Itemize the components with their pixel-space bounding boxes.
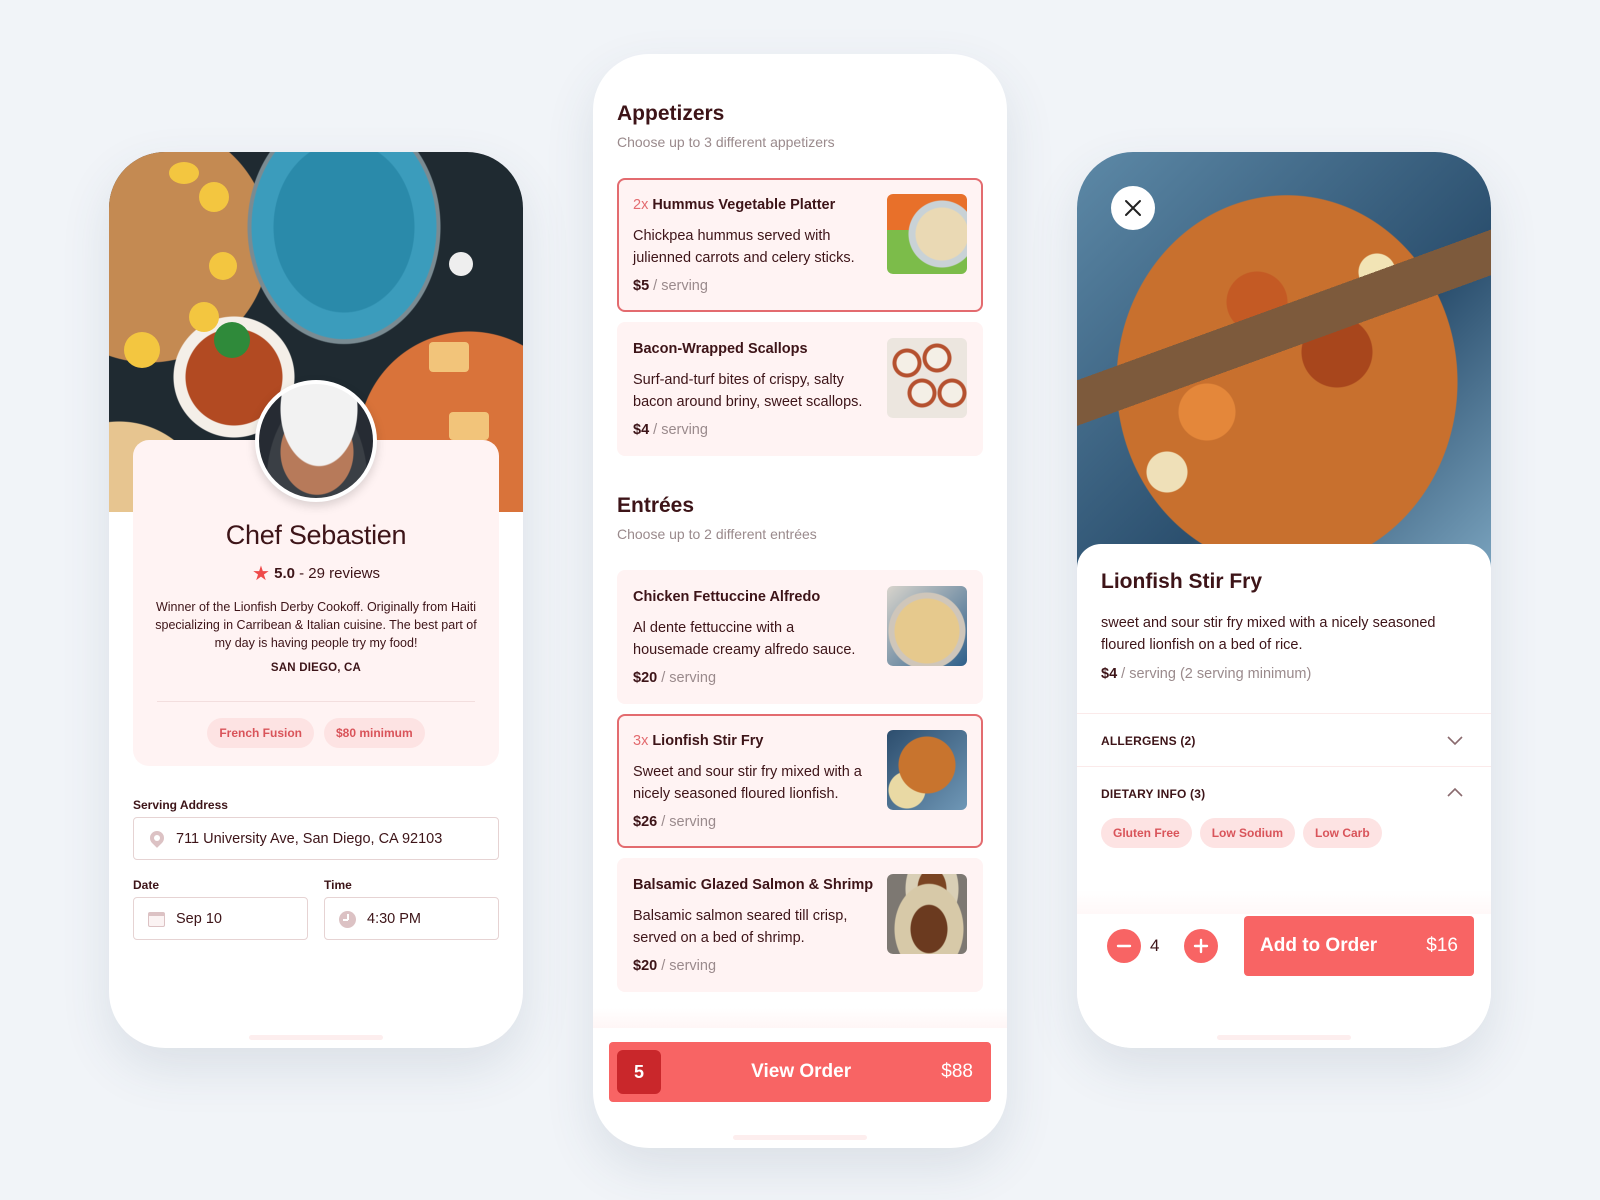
calendar-icon (148, 910, 166, 928)
item-price: $26 (633, 814, 658, 830)
section-title-entrees: Entrées (617, 494, 695, 517)
tag-cuisine: French Fusion (207, 718, 314, 748)
increase-quantity-button[interactable] (1184, 929, 1218, 963)
section-subtitle-appetizers: Choose up to 3 different appetizers (617, 134, 835, 150)
dish-price-unit: / serving (2 serving minimum) (1121, 666, 1312, 682)
dietary-tag: Low Sodium (1199, 818, 1296, 848)
tag-minimum: $80 minimum (323, 718, 425, 748)
address-input[interactable]: 711 University Ave, San Diego, CA 92103 (133, 817, 499, 860)
add-to-order-price: $16 (1426, 935, 1458, 956)
item-quantity: 2x (633, 197, 649, 213)
star-icon: ★ (252, 563, 270, 585)
item-name: Chicken Fettuccine Alfredo (633, 589, 821, 605)
item-photo (887, 874, 967, 954)
item-price: $20 (633, 670, 658, 686)
allergens-accordion[interactable]: ALLERGENS (2) (1077, 713, 1491, 767)
menu-item[interactable]: Bacon-Wrapped Scallops Surf-and-turf bit… (617, 322, 983, 456)
home-indicator (1217, 1035, 1351, 1040)
order-item-count: 5 (617, 1050, 661, 1094)
item-description: Sweet and sour stir fry mixed with a nic… (633, 764, 862, 802)
item-description: Chickpea hummus served with julienned ca… (633, 228, 855, 266)
item-price: $4 (633, 422, 650, 438)
item-price: $5 (633, 278, 650, 294)
dish-title: Lionfish Stir Fry (1101, 570, 1263, 593)
close-button[interactable] (1111, 186, 1155, 230)
section-title-appetizers: Appetizers (617, 102, 725, 125)
chevron-up-icon (1447, 787, 1463, 797)
order-total: $88 (941, 1061, 973, 1082)
review-count[interactable]: - 29 reviews (299, 565, 380, 582)
menu-screen: Appetizers Choose up to 3 different appe… (593, 54, 1007, 1148)
dish-description: sweet and sour stir fry mixed with a nic… (1101, 615, 1436, 653)
item-name: Bacon-Wrapped Scallops (633, 341, 808, 357)
item-description: Balsamic salmon seared till crisp, serve… (633, 908, 848, 946)
close-icon (1125, 200, 1141, 216)
item-photo (887, 338, 967, 418)
dish-price: $4 (1101, 666, 1118, 682)
decrease-quantity-button[interactable] (1107, 929, 1141, 963)
dish-detail-card: Lionfish Stir Fry sweet and sour stir fr… (1077, 544, 1491, 1048)
home-indicator (249, 1035, 383, 1040)
add-to-order-label: Add to Order (1260, 935, 1378, 956)
chef-avatar (255, 380, 377, 502)
add-to-order-button[interactable]: Add to Order $16 (1244, 916, 1474, 976)
time-label: Time (324, 878, 352, 892)
chevron-down-icon (1447, 736, 1463, 746)
price-unit: / serving (661, 670, 717, 686)
chef-bio: Winner of the Lionfish Derby Cookoff. Or… (155, 600, 477, 650)
view-order-button[interactable]: 5 View Order $88 (609, 1042, 991, 1102)
dietary-info-accordion[interactable]: DIETARY INFO (3) (1077, 766, 1491, 820)
item-photo (887, 586, 967, 666)
home-indicator (733, 1135, 867, 1140)
minus-icon (1116, 944, 1132, 948)
chef-name: Chef Sebastien (225, 520, 407, 550)
dish-price-row: $4/ serving (2 serving minimum) (1101, 666, 1311, 682)
chef-tags: French Fusion $80 minimum (109, 718, 523, 748)
price-unit: / serving (653, 278, 708, 294)
item-photo (887, 194, 967, 274)
dietary-tag: Gluten Free (1101, 818, 1192, 848)
menu-item[interactable]: 2x Hummus Vegetable Platter Chickpea humm… (617, 178, 983, 312)
address-label: Serving Address (133, 798, 228, 812)
dietary-tags: Gluten Free Low Sodium Low Carb (1101, 818, 1382, 848)
item-name: Balsamic Glazed Salmon & Shrimp (633, 877, 874, 893)
clock-icon (339, 910, 357, 928)
chef-location: SAN DIEGO, CA (270, 662, 362, 674)
price-unit: / serving (653, 422, 708, 438)
quantity-value: 4 (1150, 936, 1160, 955)
dietary-tag: Low Carb (1303, 818, 1382, 848)
address-value: 711 University Ave, San Diego, CA 92103 (176, 830, 443, 847)
dish-detail-screen: Lionfish Stir Fry sweet and sour stir fr… (1077, 152, 1491, 1048)
dietary-info-label: DIETARY INFO (3) (1101, 787, 1206, 801)
item-description: Surf-and-turf bites of crispy, salty bac… (633, 372, 863, 410)
allergens-label: ALLERGENS (2) (1101, 734, 1196, 748)
date-value: Sep 10 (176, 910, 222, 927)
time-input[interactable]: 4:30 PM (324, 897, 499, 940)
time-value: 4:30 PM (367, 910, 421, 927)
menu-item[interactable]: Balsamic Glazed Salmon & Shrimp Balsamic… (617, 858, 983, 992)
date-input[interactable]: Sep 10 (133, 897, 308, 940)
item-name: Hummus Vegetable Platter (652, 197, 836, 213)
item-photo (887, 730, 967, 810)
scroll-fade (1077, 890, 1491, 914)
date-label: Date (133, 878, 160, 892)
item-name: Lionfish Stir Fry (652, 733, 764, 749)
plus-icon (1193, 938, 1209, 954)
rating-value: 5.0 (274, 565, 295, 582)
view-order-label: View Order (751, 1061, 852, 1082)
item-price: $20 (633, 958, 658, 974)
divider (157, 701, 475, 702)
section-subtitle-entrees: Choose up to 2 different entrées (617, 526, 817, 542)
menu-item[interactable]: Chicken Fettuccine Alfredo Al dente fett… (617, 570, 983, 704)
location-pin-icon (147, 827, 167, 848)
scroll-fade (593, 1008, 1007, 1028)
price-unit: / serving (661, 814, 717, 830)
menu-item[interactable]: 3x Lionfish Stir Fry Sweet and sour stir … (617, 714, 983, 848)
item-description: Al dente fettuccine with a housemade cre… (633, 620, 856, 658)
chef-rating: ★ 5.0 - 29 reviews (109, 561, 523, 586)
item-quantity: 3x (633, 733, 649, 749)
chef-profile-screen: Chef Sebastien ★ 5.0 - 29 reviews Winner… (109, 152, 523, 1048)
quantity-stepper: 4 Add to Order $16 (1077, 914, 1491, 1048)
price-unit: / serving (661, 958, 717, 974)
